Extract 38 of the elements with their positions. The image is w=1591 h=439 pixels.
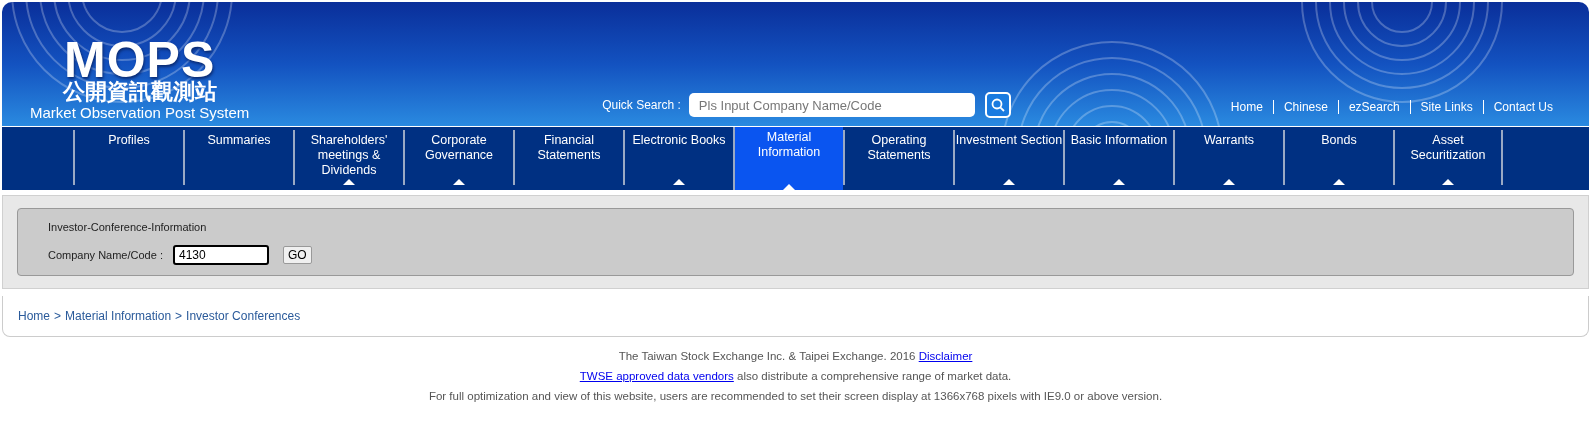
nav-tab[interactable]: Operating Statements bbox=[843, 130, 953, 185]
logo-chinese-name: 公開資訊觀測站 bbox=[62, 80, 217, 104]
nav-tab[interactable]: Warrants bbox=[1173, 130, 1283, 185]
footer-text: TWSE approved data vendors also distribute a comprehensive range of market data. bbox=[579, 369, 1012, 384]
top-link[interactable]: Contact Us bbox=[1482, 100, 1563, 114]
breadcrumb-link[interactable]: Material Information bbox=[65, 309, 172, 323]
nav-tab[interactable]: Basic Information bbox=[1063, 130, 1173, 185]
footer-text: The Taiwan Stock Exchange Inc. & Taipei Exchange. 2016 Disclaimer bbox=[618, 349, 973, 364]
quick-search-label: Quick Search : bbox=[602, 98, 681, 112]
nav-tab[interactable]: Asset Securitization bbox=[1393, 130, 1503, 185]
nav-tab[interactable]: Material Information bbox=[733, 127, 843, 190]
company-code-field[interactable]: 4130 bbox=[172, 245, 269, 265]
search-button[interactable] bbox=[984, 92, 1011, 118]
company-code-label: Company Name/Code : bbox=[48, 249, 163, 261]
top-link[interactable]: Home bbox=[1220, 100, 1273, 114]
logo-mark: MOPS bbox=[64, 40, 216, 80]
query-title: Investor-Conference-Information bbox=[48, 221, 208, 233]
breadcrumb-link[interactable]: Home bbox=[18, 309, 50, 323]
footer-text: For full optimization and view of this website, users are recommended to set their screen display at 1366x768 pixels with IE9.0 or above version. bbox=[428, 389, 1163, 404]
breadcrumb-separator: > bbox=[175, 309, 183, 323]
logo-subtitle: Market Observation Post System bbox=[30, 104, 250, 122]
go-button[interactable]: GO bbox=[282, 246, 312, 264]
nav-tab[interactable]: Financial Statements bbox=[513, 130, 623, 185]
nav-tab[interactable]: Summaries bbox=[183, 130, 293, 185]
breadcrumb-link[interactable]: Investor Conferences bbox=[186, 309, 301, 323]
nav-tab[interactable]: Profiles bbox=[73, 130, 183, 185]
top-link[interactable]: Chinese bbox=[1272, 100, 1338, 114]
nav-tab[interactable]: Shareholders' meetings & Dividends bbox=[293, 130, 403, 185]
footer-link[interactable]: Disclaimer bbox=[918, 350, 973, 362]
top-link[interactable]: Site Links bbox=[1409, 100, 1483, 114]
nav-tab[interactable]: Corporate Governance bbox=[403, 130, 513, 185]
footer-link[interactable]: TWSE approved data vendors bbox=[579, 370, 734, 382]
nav-tab[interactable]: Bonds bbox=[1283, 130, 1393, 185]
top-link[interactable]: ezSearch bbox=[1337, 100, 1410, 114]
quick-search-field[interactable]: Pls Input Company Name/Code bbox=[688, 93, 975, 117]
nav-tab[interactable]: Investment Section bbox=[953, 130, 1063, 185]
breadcrumb-separator: > bbox=[54, 309, 62, 323]
search-icon bbox=[990, 98, 1005, 112]
